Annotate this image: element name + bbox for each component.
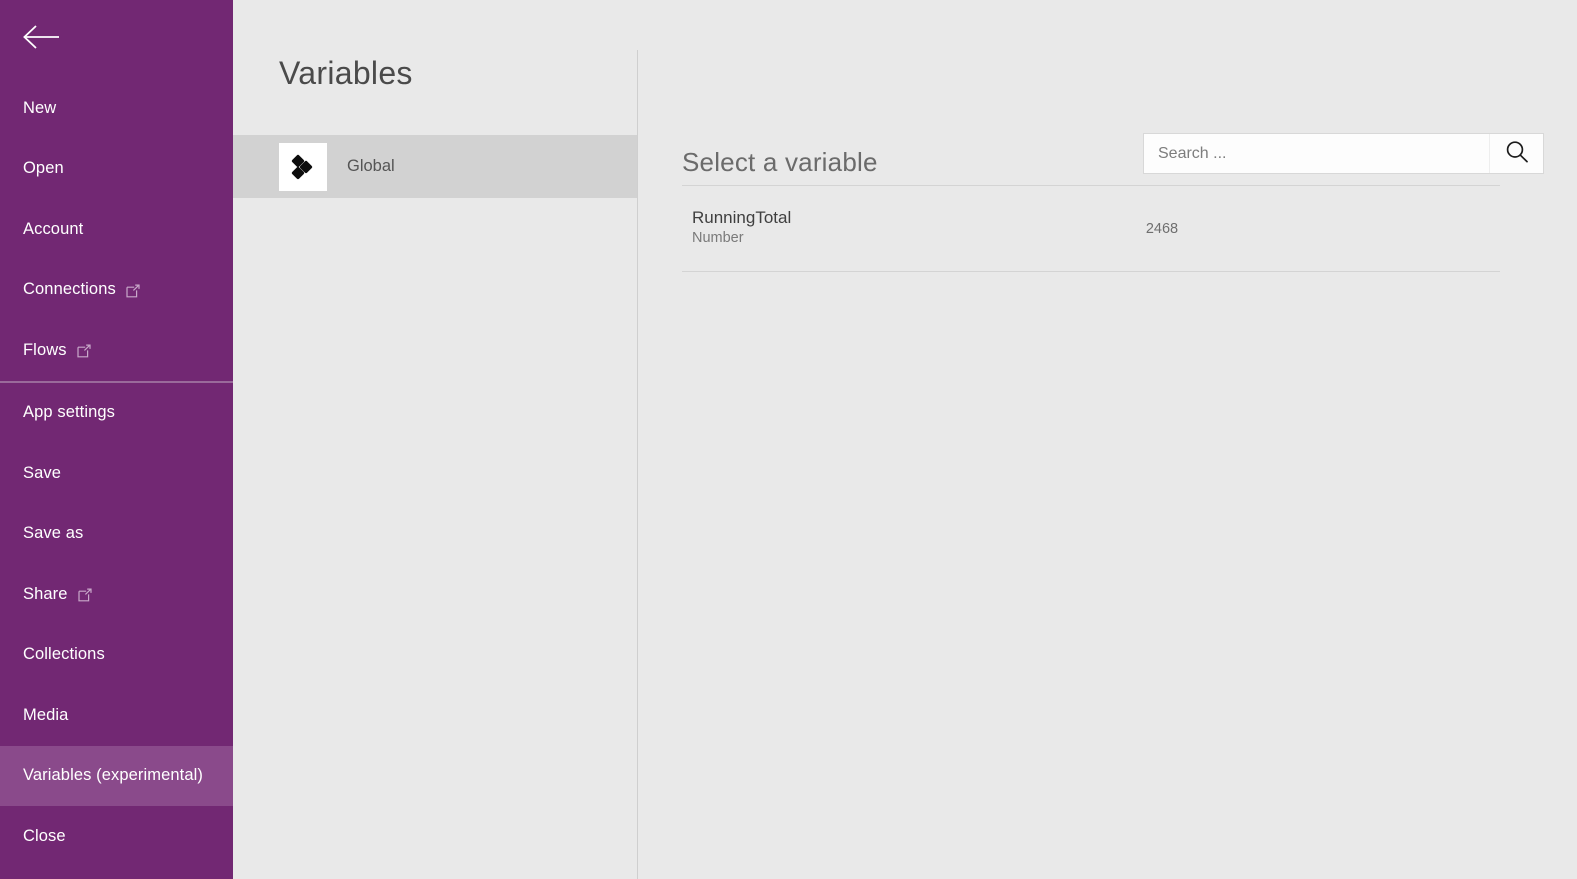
variable-value: 2468 — [1145, 220, 1179, 237]
external-link-icon — [76, 344, 91, 358]
sidebar-item-label: Variables (experimental) — [23, 766, 204, 785]
variable-row[interactable]: RunningTotal Number 2468 — [682, 186, 1500, 271]
sidebar-item-label: Media — [23, 705, 69, 724]
search-button[interactable] — [1489, 134, 1543, 173]
sidebar-item-account[interactable]: Account — [0, 199, 233, 260]
sidebar-item-label: App settings — [23, 403, 116, 422]
sidebar-item-share[interactable]: Share — [0, 564, 233, 625]
search-icon — [1504, 139, 1530, 168]
sidebar-item-open[interactable]: Open — [0, 139, 233, 200]
sidebar-item-media[interactable]: Media — [0, 685, 233, 746]
left-sidebar: New Open Account Connections Flows App s… — [0, 0, 233, 879]
sidebar-item-close[interactable]: Close — [0, 806, 233, 867]
variable-name-block: RunningTotal Number — [682, 207, 1102, 250]
sidebar-item-label: New — [23, 98, 57, 117]
page-title: Variables — [279, 55, 413, 91]
back-arrow-icon — [22, 23, 62, 56]
select-variable-heading: Select a variable — [682, 147, 878, 177]
category-list: Global — [233, 135, 638, 198]
sidebar-item-label: Open — [23, 159, 64, 178]
search-box[interactable] — [1143, 133, 1544, 174]
global-variables-icon — [279, 142, 327, 191]
back-button[interactable] — [0, 0, 233, 78]
row-divider — [682, 271, 1500, 272]
category-item-global[interactable]: Global — [233, 135, 638, 198]
sidebar-item-label: Save — [23, 463, 62, 482]
category-item-label: Global — [347, 157, 395, 175]
sidebar-item-collections[interactable]: Collections — [0, 625, 233, 686]
sidebar-item-label: Collections — [23, 645, 105, 664]
sidebar-item-app-settings[interactable]: App settings — [0, 383, 233, 444]
sidebar-item-label: Save as — [23, 524, 84, 543]
variable-type: Number — [692, 230, 744, 247]
sidebar-item-label: Close — [23, 826, 66, 845]
sidebar-item-save[interactable]: Save — [0, 443, 233, 504]
powerapps-backstage-variables-screen: New Open Account Connections Flows App s… — [0, 0, 1577, 879]
sidebar-nav-list: New Open Account Connections Flows App s… — [0, 78, 233, 867]
external-link-icon — [126, 284, 140, 298]
sidebar-item-new[interactable]: New — [0, 78, 233, 139]
sidebar-item-label: Flows — [23, 340, 67, 359]
variables-category-panel: Variables Global — [233, 0, 638, 879]
search-input[interactable] — [1144, 134, 1489, 173]
sidebar-item-label: Account — [23, 219, 84, 238]
external-link-icon — [77, 588, 92, 602]
sidebar-item-flows[interactable]: Flows — [0, 320, 233, 381]
panel-header: Select a variable — [682, 133, 1544, 181]
sidebar-item-variables[interactable]: Variables (experimental) — [0, 745, 233, 806]
sidebar-item-connections[interactable]: Connections — [0, 260, 233, 321]
variables-detail-panel: Select a variable RunningTotal Number — [638, 0, 1577, 879]
variable-name: RunningTotal — [692, 208, 792, 227]
sidebar-item-label: Connections — [23, 280, 116, 299]
sidebar-item-save-as[interactable]: Save as — [0, 504, 233, 565]
sidebar-item-label: Share — [23, 584, 68, 603]
